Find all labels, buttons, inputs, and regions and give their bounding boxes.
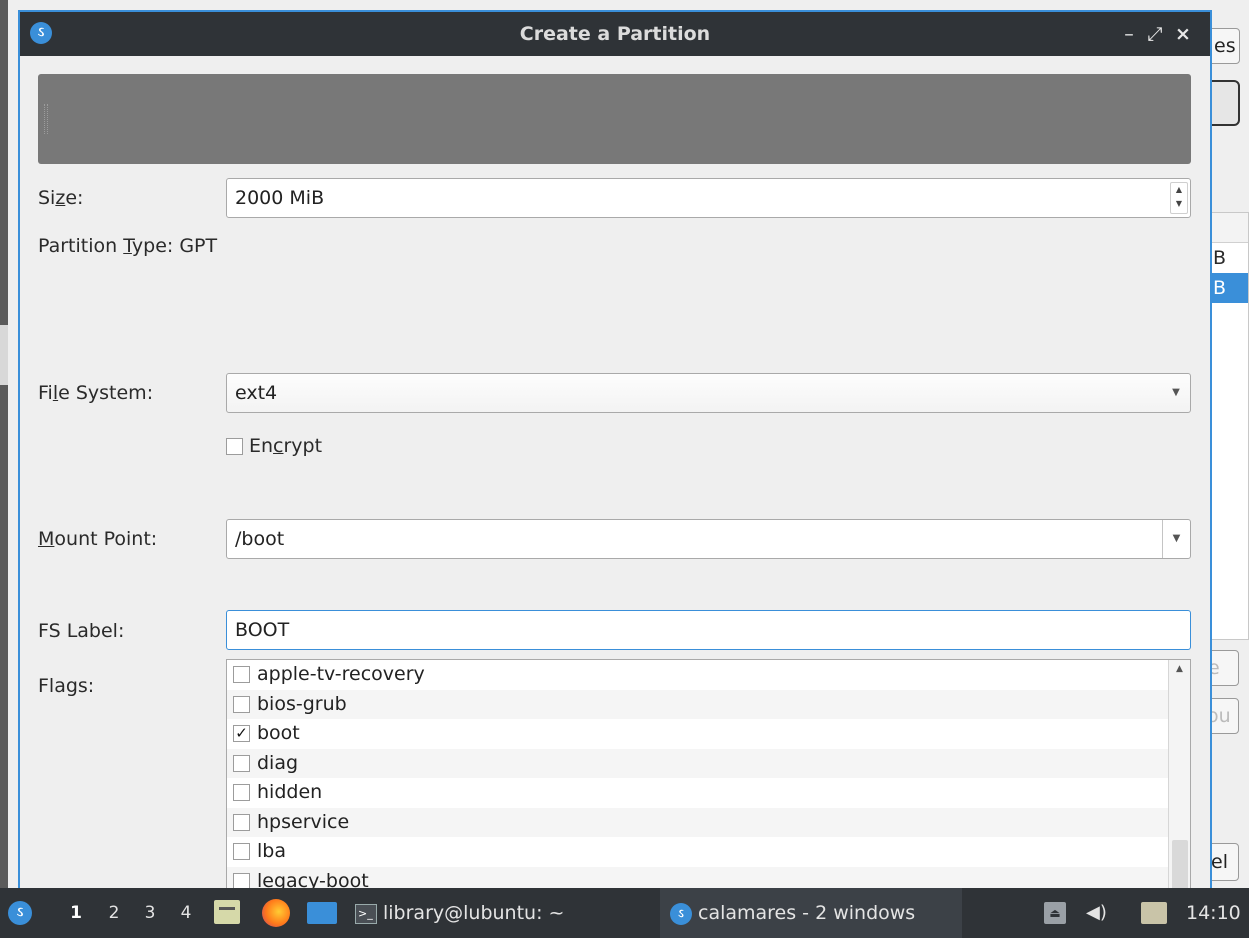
checkbox-icon[interactable]: [233, 666, 250, 683]
partition-resize-handle[interactable]: [44, 104, 48, 134]
checkbox-icon[interactable]: [233, 784, 250, 801]
size-spin-arrows[interactable]: ▲ ▼: [1170, 182, 1188, 214]
background-table-row[interactable]: B: [1206, 243, 1248, 273]
size-label: Size:: [38, 187, 84, 209]
encrypt-checkbox[interactable]: Encrypt: [226, 430, 322, 462]
firefox-icon[interactable]: [262, 899, 290, 927]
flag-label: legacy-boot: [257, 869, 369, 889]
checkbox-icon[interactable]: [233, 813, 250, 831]
calamares-icon: ઽ: [670, 902, 692, 925]
size-value: 2000 MiB: [235, 187, 325, 209]
flag-label: diag: [257, 751, 299, 774]
flag-label: hidden: [257, 781, 323, 803]
flag-label: boot: [257, 722, 300, 744]
mount-point-value: /boot: [235, 528, 285, 550]
scrollbar-thumb[interactable]: [1172, 840, 1188, 888]
terminal-icon: >_: [355, 903, 377, 924]
mount-point-combo[interactable]: /boot ▼: [226, 519, 1191, 559]
flag-label: bios-grub: [257, 692, 347, 715]
taskbar: ઽ 1 2 3 4 >_ library@lubuntu: ~ ઽ calamare…: [0, 888, 1249, 938]
background-table-row-selected[interactable]: B: [1206, 273, 1248, 303]
fs-label-input[interactable]: BOOT: [226, 610, 1191, 650]
checkbox-icon[interactable]: [226, 438, 243, 455]
workspace-2[interactable]: 2: [104, 888, 124, 938]
taskbar-calamares-window[interactable]: ઽ calamares - 2 windows: [660, 888, 962, 938]
eject-icon[interactable]: ⏏: [1044, 902, 1066, 924]
fs-label-label: FS Label:: [38, 620, 125, 642]
file-system-value: ext4: [235, 382, 278, 404]
flag-item-legacy-boot[interactable]: legacy-boot: [227, 866, 1190, 889]
flag-label: apple-tv-recovery: [257, 663, 425, 685]
flag-item-lba[interactable]: lba: [227, 837, 1190, 867]
workspace-3[interactable]: 3: [140, 888, 160, 938]
partition-preview-bar: [38, 74, 1191, 164]
workspace-4[interactable]: 4: [176, 888, 196, 938]
flag-item-boot[interactable]: ✓ boot: [227, 719, 1190, 749]
volume-icon[interactable]: ◀): [1086, 888, 1107, 938]
checkbox-icon[interactable]: [233, 843, 250, 860]
partition-type-label: Partition Type: GPT: [38, 235, 218, 257]
flag-item-hpservice[interactable]: hpservice: [227, 807, 1190, 837]
file-manager-icon[interactable]: [214, 900, 240, 924]
file-system-label: File System:: [38, 382, 154, 404]
close-button[interactable]: ×: [1172, 12, 1194, 56]
flag-label: hpservice: [257, 810, 350, 833]
mount-point-label: Mount Point:: [38, 528, 158, 550]
fs-label-value: BOOT: [235, 619, 290, 641]
clock[interactable]: 14:10: [1186, 888, 1241, 938]
flag-item-hidden[interactable]: hidden: [227, 778, 1190, 808]
show-desktop-icon[interactable]: [307, 902, 337, 924]
chevron-down-icon: ▼: [1172, 387, 1180, 398]
flag-item-bios-grub[interactable]: bios-grub: [227, 689, 1190, 719]
scroll-up-icon[interactable]: ▲: [1169, 664, 1190, 674]
size-spinbox[interactable]: 2000 MiB ▲ ▼: [226, 178, 1191, 218]
checkbox-icon[interactable]: [233, 872, 250, 888]
flags-label: Flags:: [38, 675, 95, 697]
encrypt-label: Encrypt: [249, 435, 323, 457]
file-system-select[interactable]: ext4 ▼: [226, 373, 1191, 413]
minimize-button[interactable]: –: [1118, 12, 1140, 56]
create-partition-dialog: ઽ Create a Partition – ⤢ × Size: 2000 Mi…: [18, 10, 1212, 888]
background-left-edge: [0, 0, 8, 888]
lubuntu-start-menu-icon[interactable]: ઽ: [8, 901, 32, 925]
flag-item-apple-tv-recovery[interactable]: apple-tv-recovery: [227, 660, 1190, 690]
flag-item-diag[interactable]: diag: [227, 748, 1190, 778]
flags-scrollbar[interactable]: ▲: [1168, 660, 1190, 888]
background-table-header: [1206, 213, 1248, 243]
dialog-title: Create a Partition: [519, 23, 711, 45]
network-icon[interactable]: [1141, 902, 1167, 924]
flag-label: lba: [257, 840, 286, 862]
background-left-edge-gap: [0, 325, 8, 385]
checkbox-icon[interactable]: [233, 754, 250, 772]
flags-list[interactable]: apple-tv-recovery bios-grub ✓ boot diag hidde…: [226, 659, 1191, 888]
checkbox-icon[interactable]: [233, 695, 250, 713]
dialog-titlebar[interactable]: ઽ Create a Partition – ⤢ ×: [20, 12, 1210, 56]
chevron-down-icon[interactable]: ▼: [1162, 520, 1190, 558]
workspace-1[interactable]: 1: [66, 888, 86, 938]
maximize-button[interactable]: ⤢: [1144, 12, 1166, 56]
taskbar-terminal-window[interactable]: >_ library@lubuntu: ~: [355, 888, 640, 938]
checkbox-checked-icon[interactable]: ✓: [233, 725, 250, 742]
